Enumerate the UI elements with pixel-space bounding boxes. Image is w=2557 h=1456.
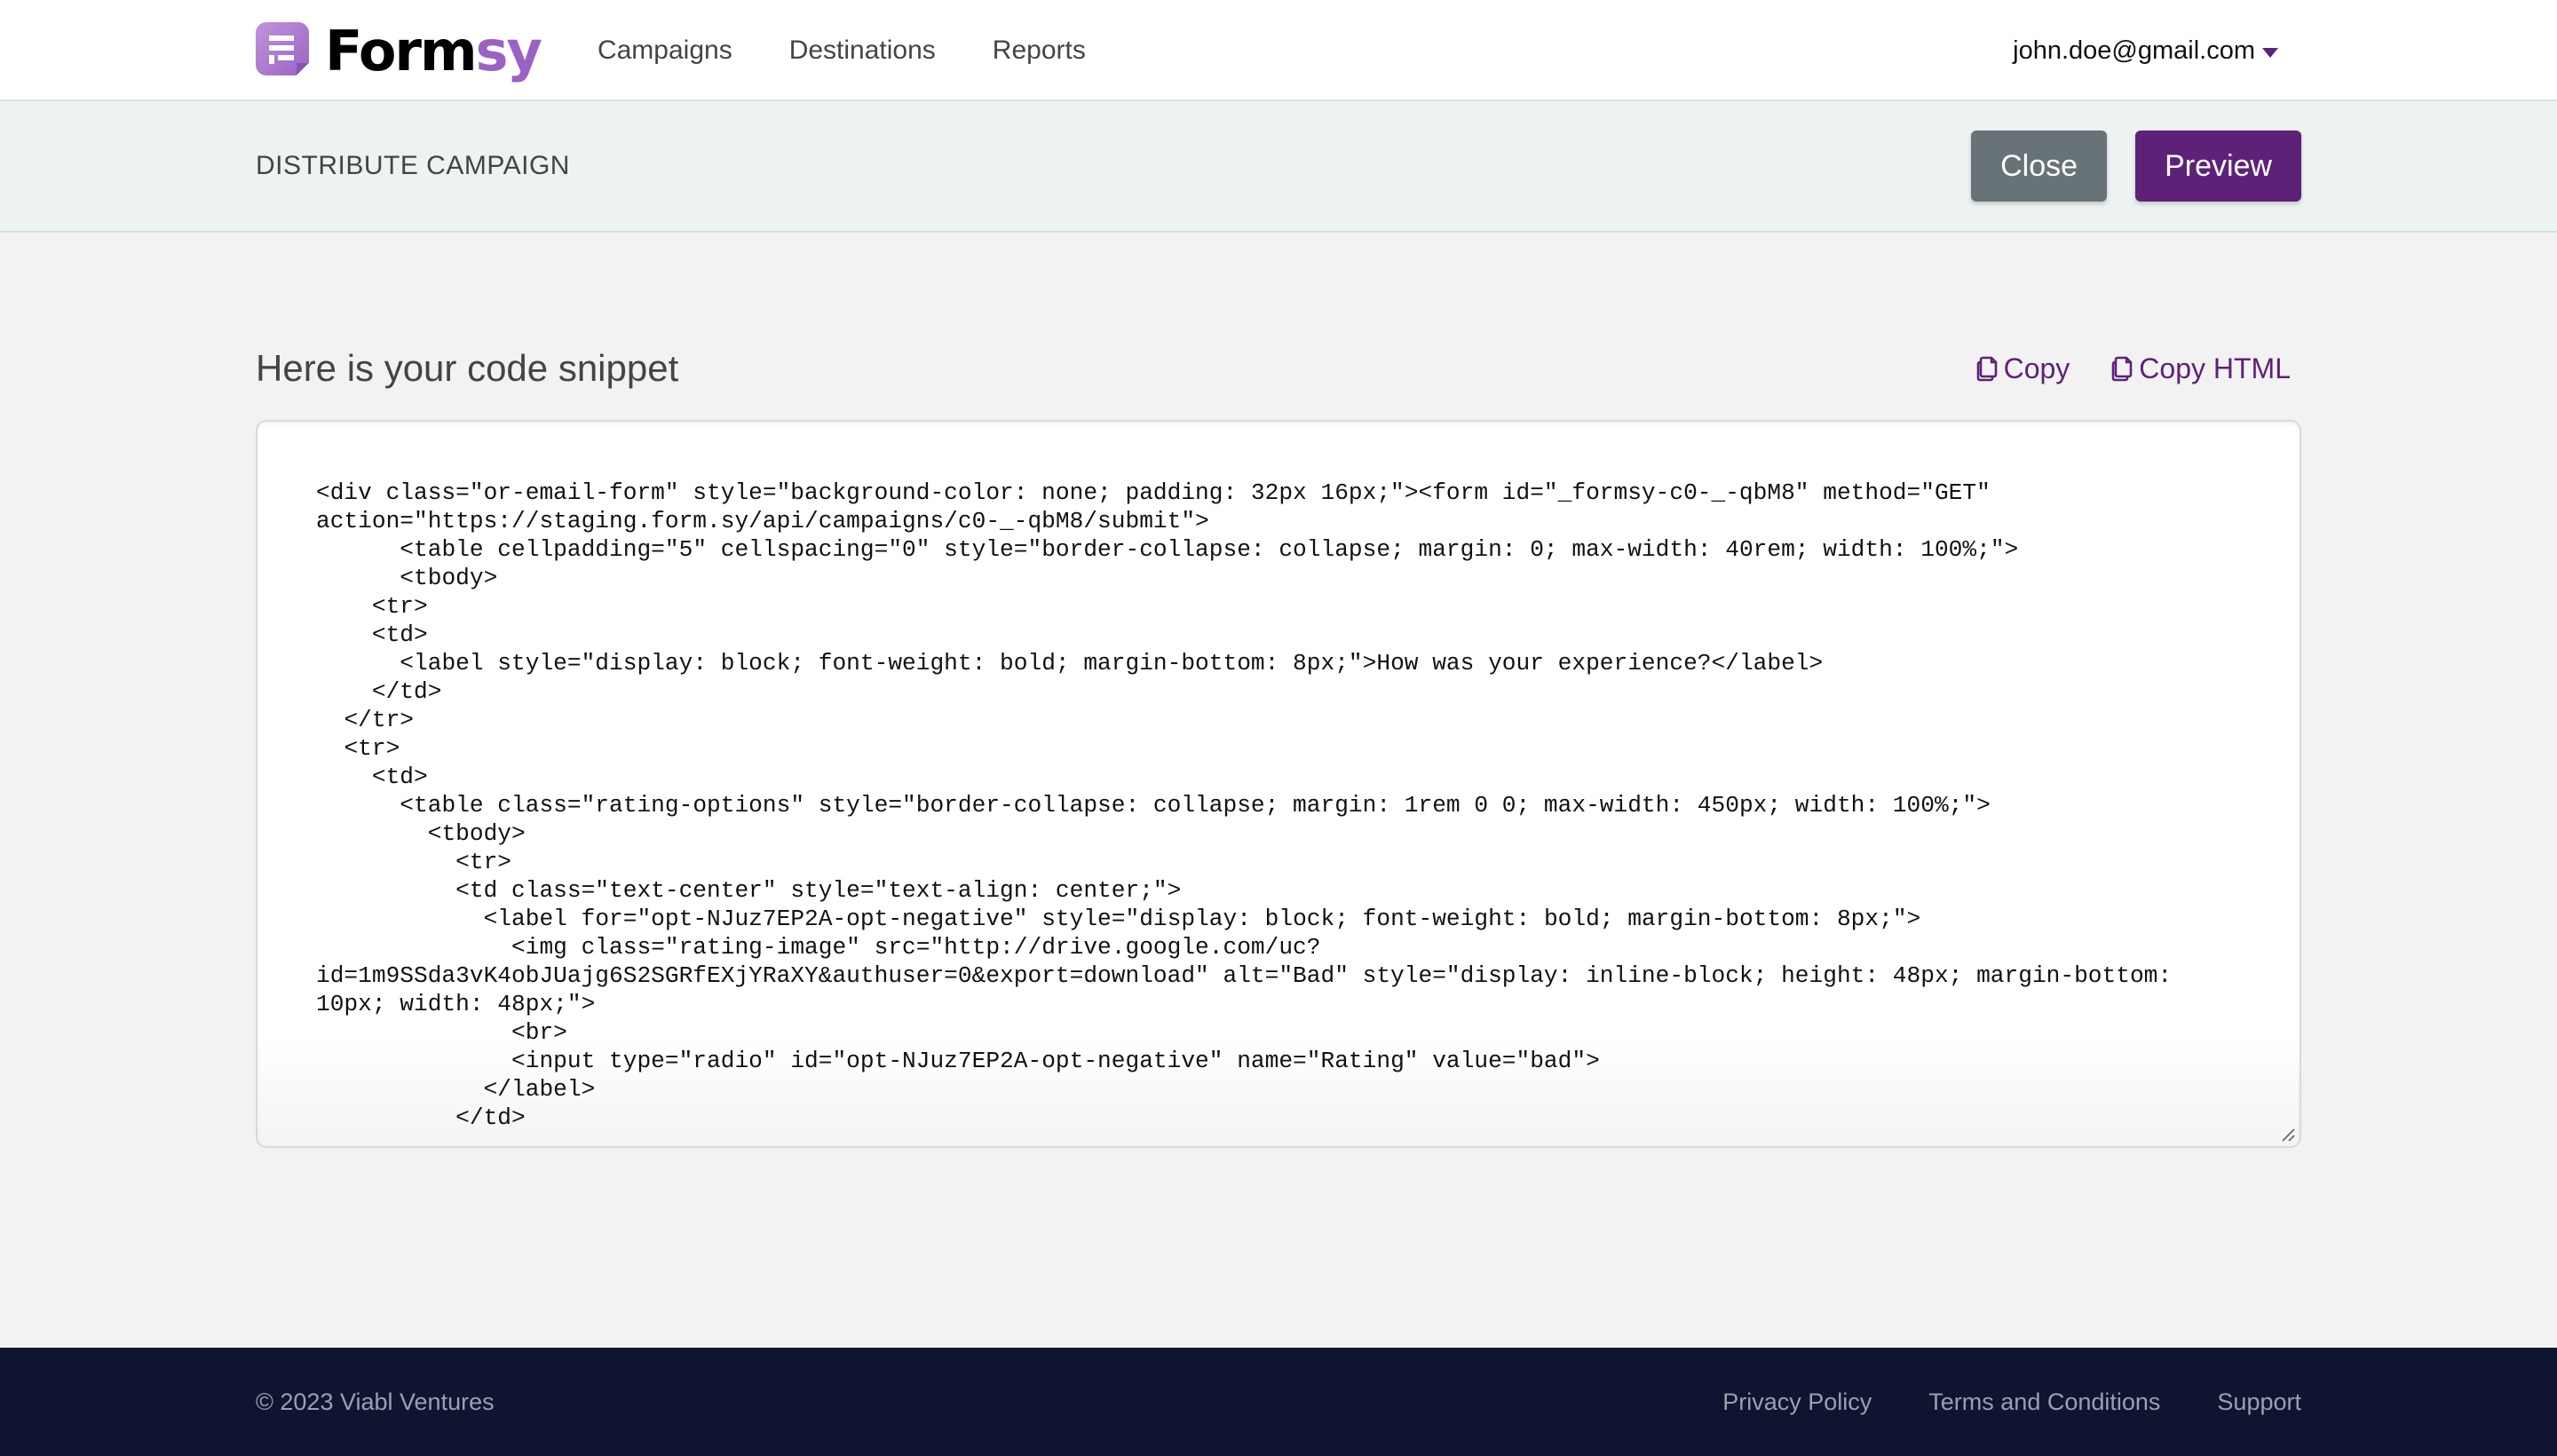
code-snippet-content: <div class="or-email-form" style="backgr… bbox=[316, 479, 2173, 1131]
page-header: DISTRIBUTE CAMPAIGN Close Preview bbox=[0, 101, 2557, 233]
copy-html-label: Copy HTML bbox=[2139, 352, 2291, 384]
top-navbar: Formsy Campaigns Destinations Reports jo… bbox=[0, 0, 2557, 101]
footer-links: Privacy Policy Terms and Conditions Supp… bbox=[1666, 1389, 2301, 1416]
brand-name: Formsy bbox=[325, 18, 542, 83]
copy-label: Copy bbox=[2003, 352, 2070, 384]
nav-campaigns[interactable]: Campaigns bbox=[598, 36, 732, 66]
caret-down-icon bbox=[2262, 47, 2278, 58]
footer-link-privacy-policy[interactable]: Privacy Policy bbox=[1722, 1389, 1872, 1416]
user-email: john.doe@gmail.com bbox=[2013, 36, 2255, 65]
copyright-text: © 2023 Viabl Ventures bbox=[256, 1388, 495, 1415]
footer: © 2023 Viabl Ventures Privacy Policy Ter… bbox=[0, 1348, 2557, 1456]
main-nav: Campaigns Destinations Reports bbox=[598, 36, 1143, 66]
formsy-logo[interactable]: Formsy bbox=[256, 18, 542, 83]
nav-destinations[interactable]: Destinations bbox=[789, 36, 936, 66]
copy-html-button[interactable]: Copy HTML bbox=[2110, 352, 2291, 385]
copy-icon bbox=[1976, 356, 1997, 382]
copy-icon bbox=[2111, 356, 2133, 382]
snippet-title: Here is your code snippet bbox=[256, 347, 679, 389]
copy-button[interactable]: Copy bbox=[1975, 352, 2070, 385]
formsy-logo-icon bbox=[256, 22, 309, 75]
nav-reports[interactable]: Reports bbox=[993, 36, 1086, 66]
footer-link-support[interactable]: Support bbox=[2217, 1389, 2301, 1416]
page-title: DISTRIBUTE CAMPAIGN bbox=[256, 151, 570, 180]
code-snippet-textarea[interactable]: <div class="or-email-form" style="backgr… bbox=[256, 420, 2301, 1148]
close-button[interactable]: Close bbox=[1971, 131, 2108, 202]
user-menu[interactable]: john.doe@gmail.com bbox=[2013, 36, 2278, 66]
resize-handle-icon[interactable] bbox=[2280, 1127, 2296, 1143]
footer-link-terms[interactable]: Terms and Conditions bbox=[1928, 1389, 2160, 1416]
preview-button[interactable]: Preview bbox=[2135, 131, 2301, 202]
snippet-header: Here is your code snippet Copy Copy HTML bbox=[256, 337, 2301, 400]
